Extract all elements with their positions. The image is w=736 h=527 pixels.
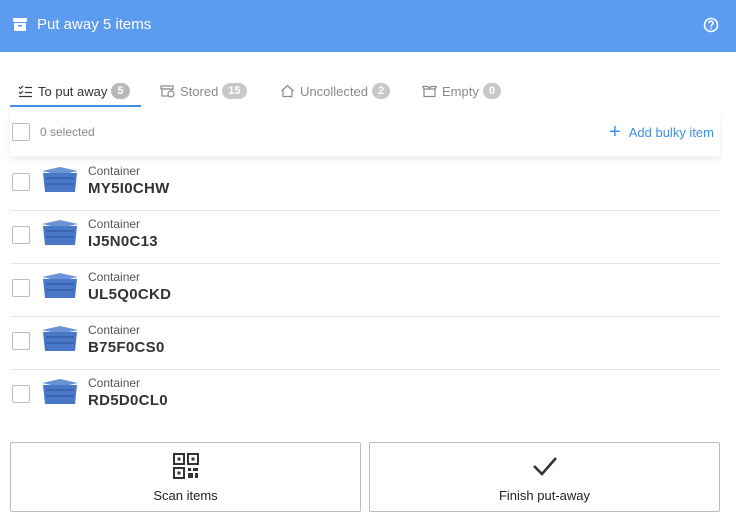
select-all-checkbox[interactable] xyxy=(12,123,30,141)
finish-put-away-button[interactable]: Finish put-away xyxy=(369,442,720,512)
item-code: B75F0CS0 xyxy=(88,339,165,356)
tab-to-put-away[interactable]: To put away 5 xyxy=(18,76,130,106)
checkmark-icon xyxy=(532,457,557,476)
item-checkbox[interactable] xyxy=(12,226,30,244)
add-bulky-label: Add bulky item xyxy=(628,124,714,140)
active-tab-indicator xyxy=(10,105,141,107)
tab-stored[interactable]: Stored 15 xyxy=(160,76,247,106)
item-type: Container xyxy=(88,270,141,284)
list-item[interactable]: Container MY5I0CHW xyxy=(10,158,720,211)
help-icon[interactable] xyxy=(703,17,719,33)
list-item[interactable]: Container RD5D0CL0 xyxy=(10,370,720,423)
count-badge: 15 xyxy=(222,83,247,99)
tab-label: Uncollected xyxy=(300,83,368,99)
finish-put-away-label: Finish put-away xyxy=(498,488,591,503)
container-crate-icon xyxy=(42,273,78,298)
page-title: Put away 5 items xyxy=(37,16,152,33)
container-crate-icon xyxy=(42,167,78,192)
list-item[interactable]: Container UL5Q0CKD xyxy=(10,264,720,317)
box-icon xyxy=(13,18,27,31)
stored-box-icon xyxy=(160,85,175,98)
tab-label: Empty xyxy=(442,83,479,99)
item-type: Container xyxy=(88,323,141,337)
item-checkbox[interactable] xyxy=(12,385,30,403)
header-bar: Put away 5 items xyxy=(0,0,736,52)
container-crate-icon xyxy=(42,379,78,404)
container-crate-icon xyxy=(42,220,78,245)
tab-uncollected[interactable]: Uncollected 2 xyxy=(280,76,391,106)
container-crate-icon xyxy=(42,326,78,351)
qr-code-icon xyxy=(172,453,199,479)
item-checkbox[interactable] xyxy=(12,279,30,297)
open-box-icon xyxy=(422,85,437,98)
checklist-icon xyxy=(18,85,32,98)
item-code: MY5I0CHW xyxy=(88,180,170,197)
item-type: Container xyxy=(88,376,141,390)
tab-empty[interactable]: Empty 0 xyxy=(422,76,501,106)
list-item[interactable]: Container IJ5N0C13 xyxy=(10,211,720,264)
item-checkbox[interactable] xyxy=(12,332,30,350)
item-checkbox[interactable] xyxy=(12,173,30,191)
tab-label: To put away xyxy=(38,83,108,99)
home-icon xyxy=(281,84,294,98)
add-bulky-item-button[interactable]: + Add bulky item xyxy=(609,121,714,143)
item-type: Container xyxy=(88,164,141,178)
tab-label: Stored xyxy=(180,83,219,99)
item-code: UL5Q0CKD xyxy=(88,286,172,303)
item-type: Container xyxy=(88,217,141,231)
count-badge: 2 xyxy=(371,83,391,99)
count-badge: 5 xyxy=(111,83,130,99)
scan-items-button[interactable]: Scan items xyxy=(10,442,361,512)
selection-bar: 0 selected + Add bulky item xyxy=(10,112,720,156)
count-badge: 0 xyxy=(482,83,501,99)
list-item[interactable]: Container B75F0CS0 xyxy=(10,317,720,370)
tab-bar: To put away 5 Stored 15 Uncollected 2 Em… xyxy=(10,76,726,108)
plus-icon: + xyxy=(609,121,621,143)
item-code: IJ5N0C13 xyxy=(88,233,158,250)
selected-count: 0 selected xyxy=(40,125,95,139)
item-code: RD5D0CL0 xyxy=(88,392,168,409)
scan-items-label: Scan items xyxy=(153,488,218,503)
